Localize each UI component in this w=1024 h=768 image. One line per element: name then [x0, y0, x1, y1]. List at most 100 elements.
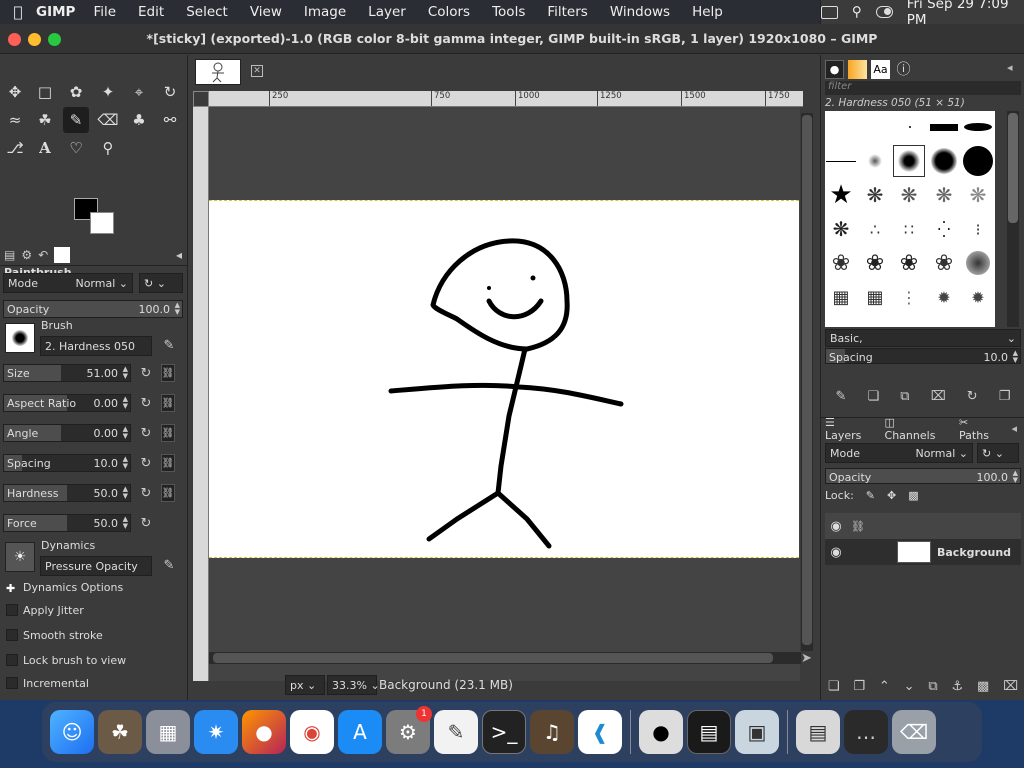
zoom-combo[interactable]: 33.3% ⌄: [327, 675, 380, 695]
brush-cell[interactable]: ❋: [825, 213, 857, 245]
size-link-icon[interactable]: ⛓: [161, 364, 175, 382]
edit-dynamics-icon[interactable]: ✎: [160, 556, 178, 574]
apple-icon[interactable]: : [0, 3, 36, 21]
hardness-link-icon[interactable]: ⛓: [161, 484, 175, 502]
transform-tool-icon[interactable]: ↻: [157, 79, 183, 105]
background-color-swatch[interactable]: [90, 212, 114, 234]
brush-tag-combo[interactable]: Basic, ⌄: [825, 329, 1021, 347]
textedit-icon[interactable]: ✎: [434, 710, 478, 754]
menu-select[interactable]: Select: [186, 4, 228, 20]
layer-mode-reset-combo[interactable]: ↻ ⌄: [977, 443, 1019, 463]
brush-cell[interactable]: ⋮: [893, 281, 925, 313]
app-menu[interactable]: GIMP: [36, 4, 75, 20]
chrome-icon[interactable]: ◉: [290, 710, 334, 754]
zoom-tool-icon[interactable]: ⚲: [95, 135, 121, 161]
configure-tab-icon[interactable]: ◂: [176, 248, 182, 262]
brush-cell[interactable]: [859, 145, 891, 177]
move-tool-icon[interactable]: ✥: [2, 79, 28, 105]
fuzzy-select-tool-icon[interactable]: ✦: [95, 79, 121, 105]
brush-cell[interactable]: ⁝: [962, 213, 994, 245]
brush-cell[interactable]: [825, 145, 857, 177]
duplicate-layer-icon[interactable]: ⧉: [928, 679, 937, 694]
delete-layer-icon[interactable]: ⌧: [1003, 679, 1018, 694]
aspect-reset-icon[interactable]: ↻: [137, 394, 155, 412]
launchpad-icon[interactable]: ▦: [146, 710, 190, 754]
firefox-icon[interactable]: ●: [242, 710, 286, 754]
lock-brush-checkbox[interactable]: [6, 654, 18, 666]
preview-icon[interactable]: ▣: [735, 710, 779, 754]
aspect-link-icon[interactable]: ⛓: [161, 394, 175, 412]
brush-cell[interactable]: ❋: [962, 179, 994, 211]
unit-combo[interactable]: px ⌄: [285, 675, 325, 695]
navigate-icon[interactable]: ➤: [801, 651, 812, 666]
size-slider[interactable]: Size 51.00 ▲ ▼: [3, 364, 131, 382]
dynamics-preview[interactable]: ☀: [5, 542, 35, 572]
incremental-checkbox[interactable]: [6, 677, 18, 689]
layer-visibility-eye-icon[interactable]: ◉: [825, 545, 847, 560]
brush-cell[interactable]: [928, 145, 960, 177]
brush-spacing-slider[interactable]: Spacing 10.0 ▲ ▼: [825, 348, 1021, 364]
vertical-scrollbar[interactable]: [801, 113, 813, 651]
clone-tool-icon[interactable]: ♣: [126, 107, 152, 133]
screen-mirroring-icon[interactable]: [821, 5, 838, 19]
delete-brush-icon[interactable]: ⌧: [931, 389, 946, 411]
lasso-tool-icon[interactable]: ✿: [63, 79, 89, 105]
aspect-ratio-slider[interactable]: Aspect Ratio 0.00 ▲ ▼: [3, 394, 131, 412]
mode-combo[interactable]: Mode Normal ⌄: [3, 273, 133, 293]
brushes-tab-icon[interactable]: ●: [825, 59, 844, 79]
brush-name-field[interactable]: 2. Hardness 050: [40, 336, 152, 356]
lock-alpha-icon[interactable]: ▩: [908, 489, 918, 502]
vertical-ruler[interactable]: [193, 107, 209, 681]
raise-layer-icon[interactable]: ⌃: [879, 679, 890, 694]
patterns-tab-icon[interactable]: [848, 59, 867, 79]
console-icon[interactable]: ▤: [687, 710, 731, 754]
dynamics-options-expander-icon[interactable]: ✚: [6, 582, 15, 595]
brush-cell[interactable]: ❀: [859, 247, 891, 279]
help-tab-icon[interactable]: ⓘ: [894, 60, 913, 79]
lock-position-icon[interactable]: ✥: [887, 489, 896, 502]
new-layer-icon[interactable]: ❏: [828, 679, 840, 694]
layer-row-background[interactable]: ◉ Background: [825, 539, 1021, 565]
apply-jitter-checkbox[interactable]: [6, 604, 18, 616]
opacity-slider[interactable]: Opacity 100.0 ▲ ▼: [3, 300, 183, 318]
brush-cell[interactable]: ∴: [859, 213, 891, 245]
eye-icon[interactable]: ◉: [825, 519, 847, 534]
spotlight-search-icon[interactable]: ⚲: [852, 4, 862, 20]
paintbrush-tool-icon[interactable]: ✎: [63, 107, 89, 133]
brush-preview[interactable]: [5, 323, 35, 353]
anchor-layer-icon[interactable]: ⚓: [951, 679, 963, 694]
close-window-button[interactable]: [8, 33, 21, 46]
instruments-icon[interactable]: ♫: [530, 710, 574, 754]
hardness-slider[interactable]: Hardness 50.0 ▲ ▼: [3, 484, 131, 502]
images-tab-icon[interactable]: [54, 246, 71, 263]
menu-file[interactable]: File: [93, 4, 116, 20]
duplicate-brush-icon[interactable]: ⧉: [900, 389, 909, 411]
mask-layer-icon[interactable]: ▩: [977, 679, 989, 694]
tab-layers[interactable]: ☰ Layers: [825, 416, 875, 442]
menu-help[interactable]: Help: [692, 4, 723, 20]
brush-cell[interactable]: [962, 247, 994, 279]
close-image-tab-icon[interactable]: ✕: [251, 65, 263, 77]
brush-cell[interactable]: ✹: [928, 281, 960, 313]
app-store-icon[interactable]: A: [338, 710, 382, 754]
mode-reset-combo[interactable]: ↻ ⌄: [139, 273, 183, 293]
paths-tool-icon[interactable]: ⎇: [2, 135, 28, 161]
angle-slider[interactable]: Angle 0.00 ▲ ▼: [3, 424, 131, 442]
brush-cell[interactable]: ❀: [928, 247, 960, 279]
configure-brushes-tab-icon[interactable]: ◂: [1007, 61, 1013, 74]
lower-layer-icon[interactable]: ⌄: [904, 679, 915, 694]
brush-cell[interactable]: ❋: [859, 179, 891, 211]
linux-penguin-icon[interactable]: ●: [639, 710, 683, 754]
smooth-stroke-checkbox[interactable]: [6, 629, 18, 641]
horizontal-scrollbar[interactable]: [209, 652, 801, 664]
recent-app-icon[interactable]: …: [844, 710, 888, 754]
tab-channels[interactable]: ◫ Channels: [885, 416, 950, 442]
dynamics-field[interactable]: Pressure Opacity: [40, 556, 152, 576]
bucket-fill-tool-icon[interactable]: ☘: [32, 107, 58, 133]
spacing-link-icon[interactable]: ⛓: [161, 454, 175, 472]
refresh-brushes-icon[interactable]: ↻: [967, 389, 978, 411]
tab-paths[interactable]: ✂ Paths: [959, 416, 1001, 442]
window-thumbnail-icon[interactable]: ▤: [796, 710, 840, 754]
control-center-icon[interactable]: [875, 6, 893, 18]
menu-colors[interactable]: Colors: [428, 4, 470, 20]
